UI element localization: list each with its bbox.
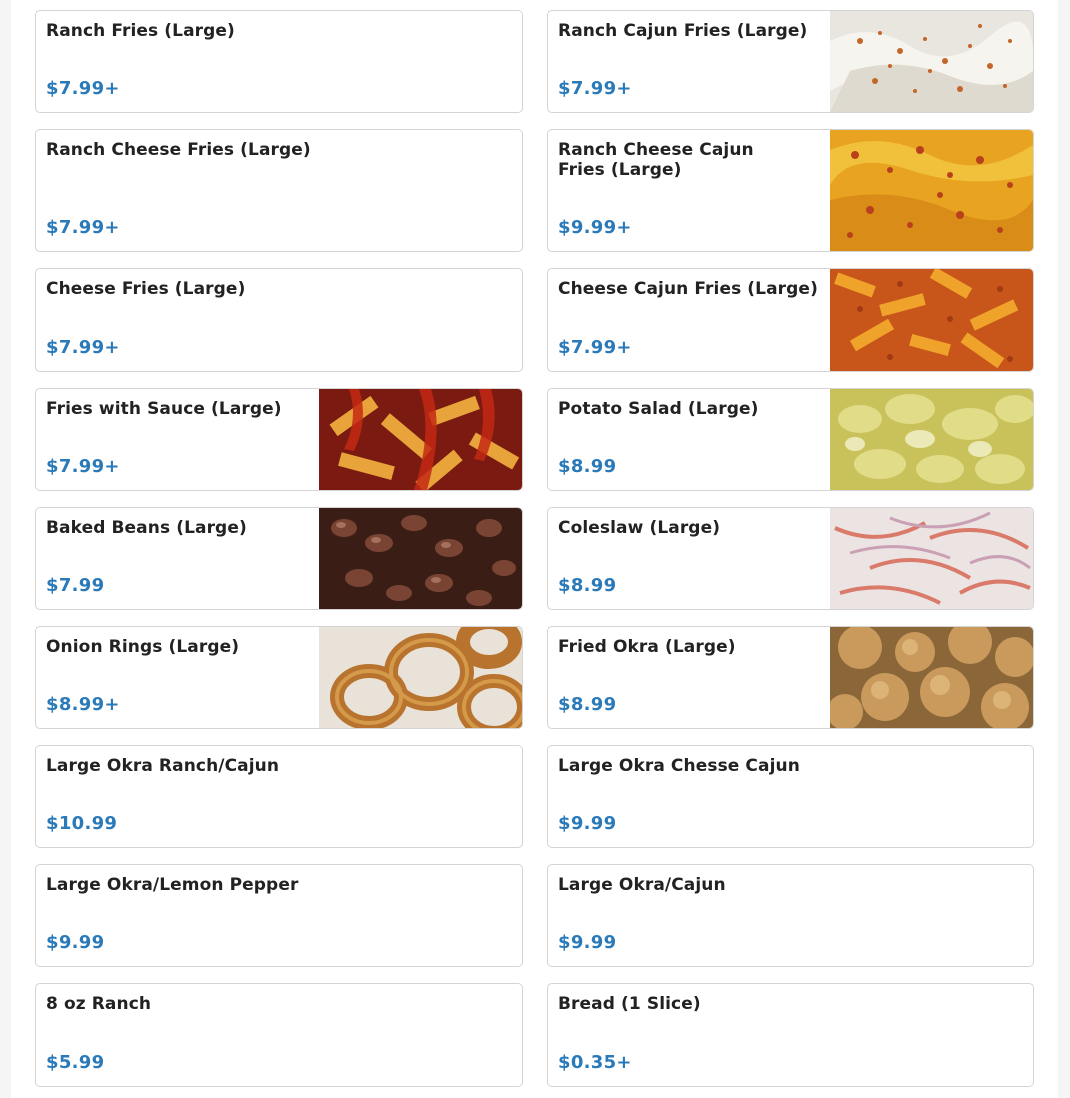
menu-item-name: 8 oz Ranch [46, 994, 152, 1014]
menu-item-card[interactable]: Fried Okra (Large) $8.99 [547, 626, 1034, 729]
menu-item-name: Baked Beans (Large) [46, 518, 247, 538]
cheese-cajun-fries-photo [830, 269, 1033, 371]
menu-item-name: Coleslaw (Large) [558, 518, 721, 538]
menu-item-price: $9.99 [558, 932, 617, 953]
potato-salad-photo [830, 389, 1033, 490]
menu-item-name: Ranch Cheese Cajun Fries (Large) [558, 140, 754, 180]
menu-item-price: $7.99+ [46, 456, 120, 477]
menu-item-name: Fries with Sauce (Large) [46, 399, 282, 419]
menu-item-price: $8.99 [558, 456, 617, 477]
menu-item-card[interactable]: Cheese Cajun Fries (Large) $7.99+ [547, 268, 1034, 372]
menu-item-price: $0.35+ [558, 1052, 632, 1073]
menu-item-price: $8.99 [558, 694, 617, 715]
coleslaw-photo [830, 508, 1033, 609]
menu-item-name: Large Okra Ranch/Cajun [46, 756, 280, 776]
menu-item-card[interactable]: Cheese Fries (Large) $7.99+ [35, 268, 523, 372]
menu-item-card[interactable]: Ranch Cheese Cajun Fries (Large) $9.99+ [547, 129, 1034, 252]
menu-item-card[interactable]: Large Okra Chesse Cajun $9.99 [547, 745, 1034, 848]
menu-item-card[interactable]: Bread (1 Slice) $0.35+ [547, 983, 1034, 1087]
menu-item-card[interactable]: Potato Salad (Large) $8.99 [547, 388, 1034, 491]
menu-item-name: Ranch Fries (Large) [46, 21, 235, 41]
menu-item-name: Cheese Fries (Large) [46, 279, 246, 299]
menu-item-price: $10.99 [46, 813, 118, 834]
menu-item-price: $7.99+ [46, 78, 120, 99]
menu-item-price: $9.99+ [558, 217, 632, 238]
menu-item-card[interactable]: Ranch Fries (Large) $7.99+ [35, 10, 523, 113]
ranch-cheese-cajun-fries-photo [830, 130, 1033, 251]
menu-item-price: $8.99+ [46, 694, 120, 715]
menu-item-card[interactable]: Large Okra Ranch/Cajun $10.99 [35, 745, 523, 848]
menu-item-name: Large Okra Chesse Cajun [558, 756, 800, 776]
menu-item-card[interactable]: Large Okra/Lemon Pepper $9.99 [35, 864, 523, 967]
menu-item-price: $7.99+ [558, 78, 632, 99]
menu-item-card[interactable]: Coleslaw (Large) $8.99 [547, 507, 1034, 610]
menu-item-card[interactable]: Ranch Cajun Fries (Large) $7.99+ [547, 10, 1034, 113]
menu-page: Ranch Fries (Large) $7.99+ Ranch Cajun F… [11, 0, 1058, 1098]
menu-item-name: Large Okra/Lemon Pepper [46, 875, 299, 895]
onion-rings-photo [319, 627, 522, 728]
baked-beans-photo [319, 508, 522, 609]
menu-item-name: Potato Salad (Large) [558, 399, 759, 419]
menu-item-name: Cheese Cajun Fries (Large) [558, 279, 818, 299]
fries-with-sauce-photo [319, 389, 522, 490]
menu-item-card[interactable]: Fries with Sauce (Large) $7.99+ [35, 388, 523, 491]
menu-item-card[interactable]: Onion Rings (Large) $8.99+ [35, 626, 523, 729]
menu-item-card[interactable]: Baked Beans (Large) $7.99 [35, 507, 523, 610]
menu-item-price: $5.99 [46, 1052, 105, 1073]
menu-item-price: $9.99 [558, 813, 617, 834]
menu-item-name: Large Okra/Cajun [558, 875, 726, 895]
fried-okra-photo [830, 627, 1033, 728]
menu-item-price: $7.99 [46, 575, 105, 596]
menu-item-name: Ranch Cajun Fries (Large) [558, 21, 808, 41]
menu-item-price: $9.99 [46, 932, 105, 953]
ranch-cajun-fries-photo [830, 11, 1033, 112]
menu-item-price: $7.99+ [46, 217, 120, 238]
menu-item-card[interactable]: Ranch Cheese Fries (Large) $7.99+ [35, 129, 523, 252]
menu-item-price: $7.99+ [46, 337, 120, 358]
menu-item-card[interactable]: Large Okra/Cajun $9.99 [547, 864, 1034, 967]
menu-item-name: Onion Rings (Large) [46, 637, 240, 657]
menu-item-name: Ranch Cheese Fries (Large) [46, 140, 311, 160]
menu-item-price: $7.99+ [558, 337, 632, 358]
menu-item-name: Fried Okra (Large) [558, 637, 736, 657]
menu-item-card[interactable]: 8 oz Ranch $5.99 [35, 983, 523, 1087]
menu-item-name: Bread (1 Slice) [558, 994, 701, 1014]
menu-item-price: $8.99 [558, 575, 617, 596]
